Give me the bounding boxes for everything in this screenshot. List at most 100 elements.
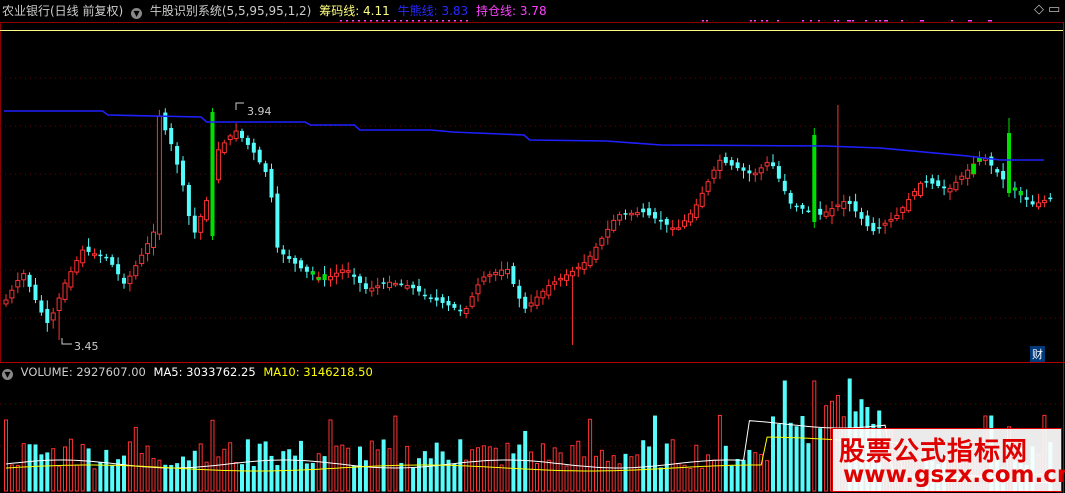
volume-bar [86,448,91,492]
candle-body [747,170,752,174]
candle-body [511,266,516,285]
candle-body [989,156,994,166]
chouma-dot [358,20,360,22]
candle-body [505,268,510,275]
volume-bar [440,451,445,492]
candle-body [45,308,50,323]
volume-bar [535,463,539,492]
candle-body [841,201,847,209]
candle-body [587,255,593,267]
candle-body [156,115,162,235]
candle-body [888,218,894,222]
candle-body [186,184,191,217]
candle-body [287,256,292,260]
volume-bar [664,443,669,492]
candle-body [564,274,569,281]
candle-body [50,312,56,321]
candle-body [328,276,333,281]
candle-body [853,201,858,212]
candle-body [269,168,274,198]
volume-bar [499,464,504,492]
candle-body [281,249,286,255]
candle-body [116,264,121,275]
volume-bar [717,414,722,492]
watermark-logo: 股票公式指标网 www.gszx.com.cn [832,428,1065,492]
volume-bar [452,463,457,492]
candle-body [192,215,197,233]
candle-body [788,192,793,204]
volume-bar [517,444,522,492]
finance-button[interactable]: 财 [1030,346,1045,362]
candle-body [741,167,746,171]
volume-bar [594,455,598,492]
chart-window: 3.94 3.45 农业银行(日线 前复权) ▼ 牛股识别系统(5,5,95,95… [0,0,1065,493]
volume-bar [316,453,321,492]
chouma-dot [750,20,752,22]
candle-body [947,187,953,193]
volume-bar [422,451,427,492]
candle-body [440,297,445,303]
candle-body [752,172,758,176]
candle-body [995,169,1000,173]
volume-bar [240,464,244,492]
bull-signal-body [322,274,327,280]
volume-bar [181,456,185,492]
candle-body [865,215,870,227]
volume-bar [523,430,528,492]
candle-body [634,212,640,216]
volume-bar [540,443,545,492]
candle-body [764,162,770,167]
volume-ma10-value: MA10: 3146218.50 [263,365,373,379]
chouma-dot [436,20,438,22]
candle-body [198,216,204,233]
volume-menu-icon[interactable]: ▼ [2,369,13,380]
volume-bar [310,462,315,492]
volume-bar [234,461,239,492]
volume-bar [405,445,410,492]
candle-body [735,162,740,169]
chouma-dot [988,20,990,22]
stock-name[interactable]: 农业银行(日线 前复权) [2,4,123,18]
volume-bar [611,455,616,492]
candle-body [458,309,463,312]
volume-bar [216,456,221,492]
volume-bar [605,460,610,492]
candle-body [399,283,404,286]
volume-bar [700,467,705,492]
candle-body [942,186,947,189]
candle-body [133,265,139,277]
volume-bar [464,459,469,492]
diamond-icon[interactable]: ◇ [1034,2,1044,17]
chouma-dot [702,20,704,22]
candle-body [9,289,15,299]
volume-bar [346,447,351,492]
low-marker [61,338,72,345]
candle-body [352,274,357,277]
candle-body [104,256,109,259]
volume-bar [4,419,8,492]
chouma-dot [834,20,836,22]
volume-bar [281,451,286,492]
candle-body [693,204,699,218]
chouma-dot [406,20,408,22]
candle-body [829,208,835,217]
volume-bar [293,455,298,492]
chouma-dot [370,20,372,22]
volume-bar [558,452,563,492]
candle-body [664,218,669,225]
candle-body [641,208,646,213]
volume-bar [765,460,770,492]
candle-body [871,222,876,232]
indicator-name[interactable]: 牛股识别系统(5,5,95,95,1,2) [150,4,312,18]
window-icon[interactable]: ▭ [1048,2,1060,17]
candle-body [434,297,439,301]
watermark-url: www.gszx.com.cn [843,462,1065,488]
volume-bar [263,441,268,492]
chouma-dot [418,20,420,22]
candle-body [818,208,823,215]
candle-body [687,213,693,223]
volume-bar [322,456,327,492]
candle-body [699,192,705,207]
indicator-menu-icon[interactable]: ▼ [131,8,143,19]
volume-bar [387,448,392,492]
